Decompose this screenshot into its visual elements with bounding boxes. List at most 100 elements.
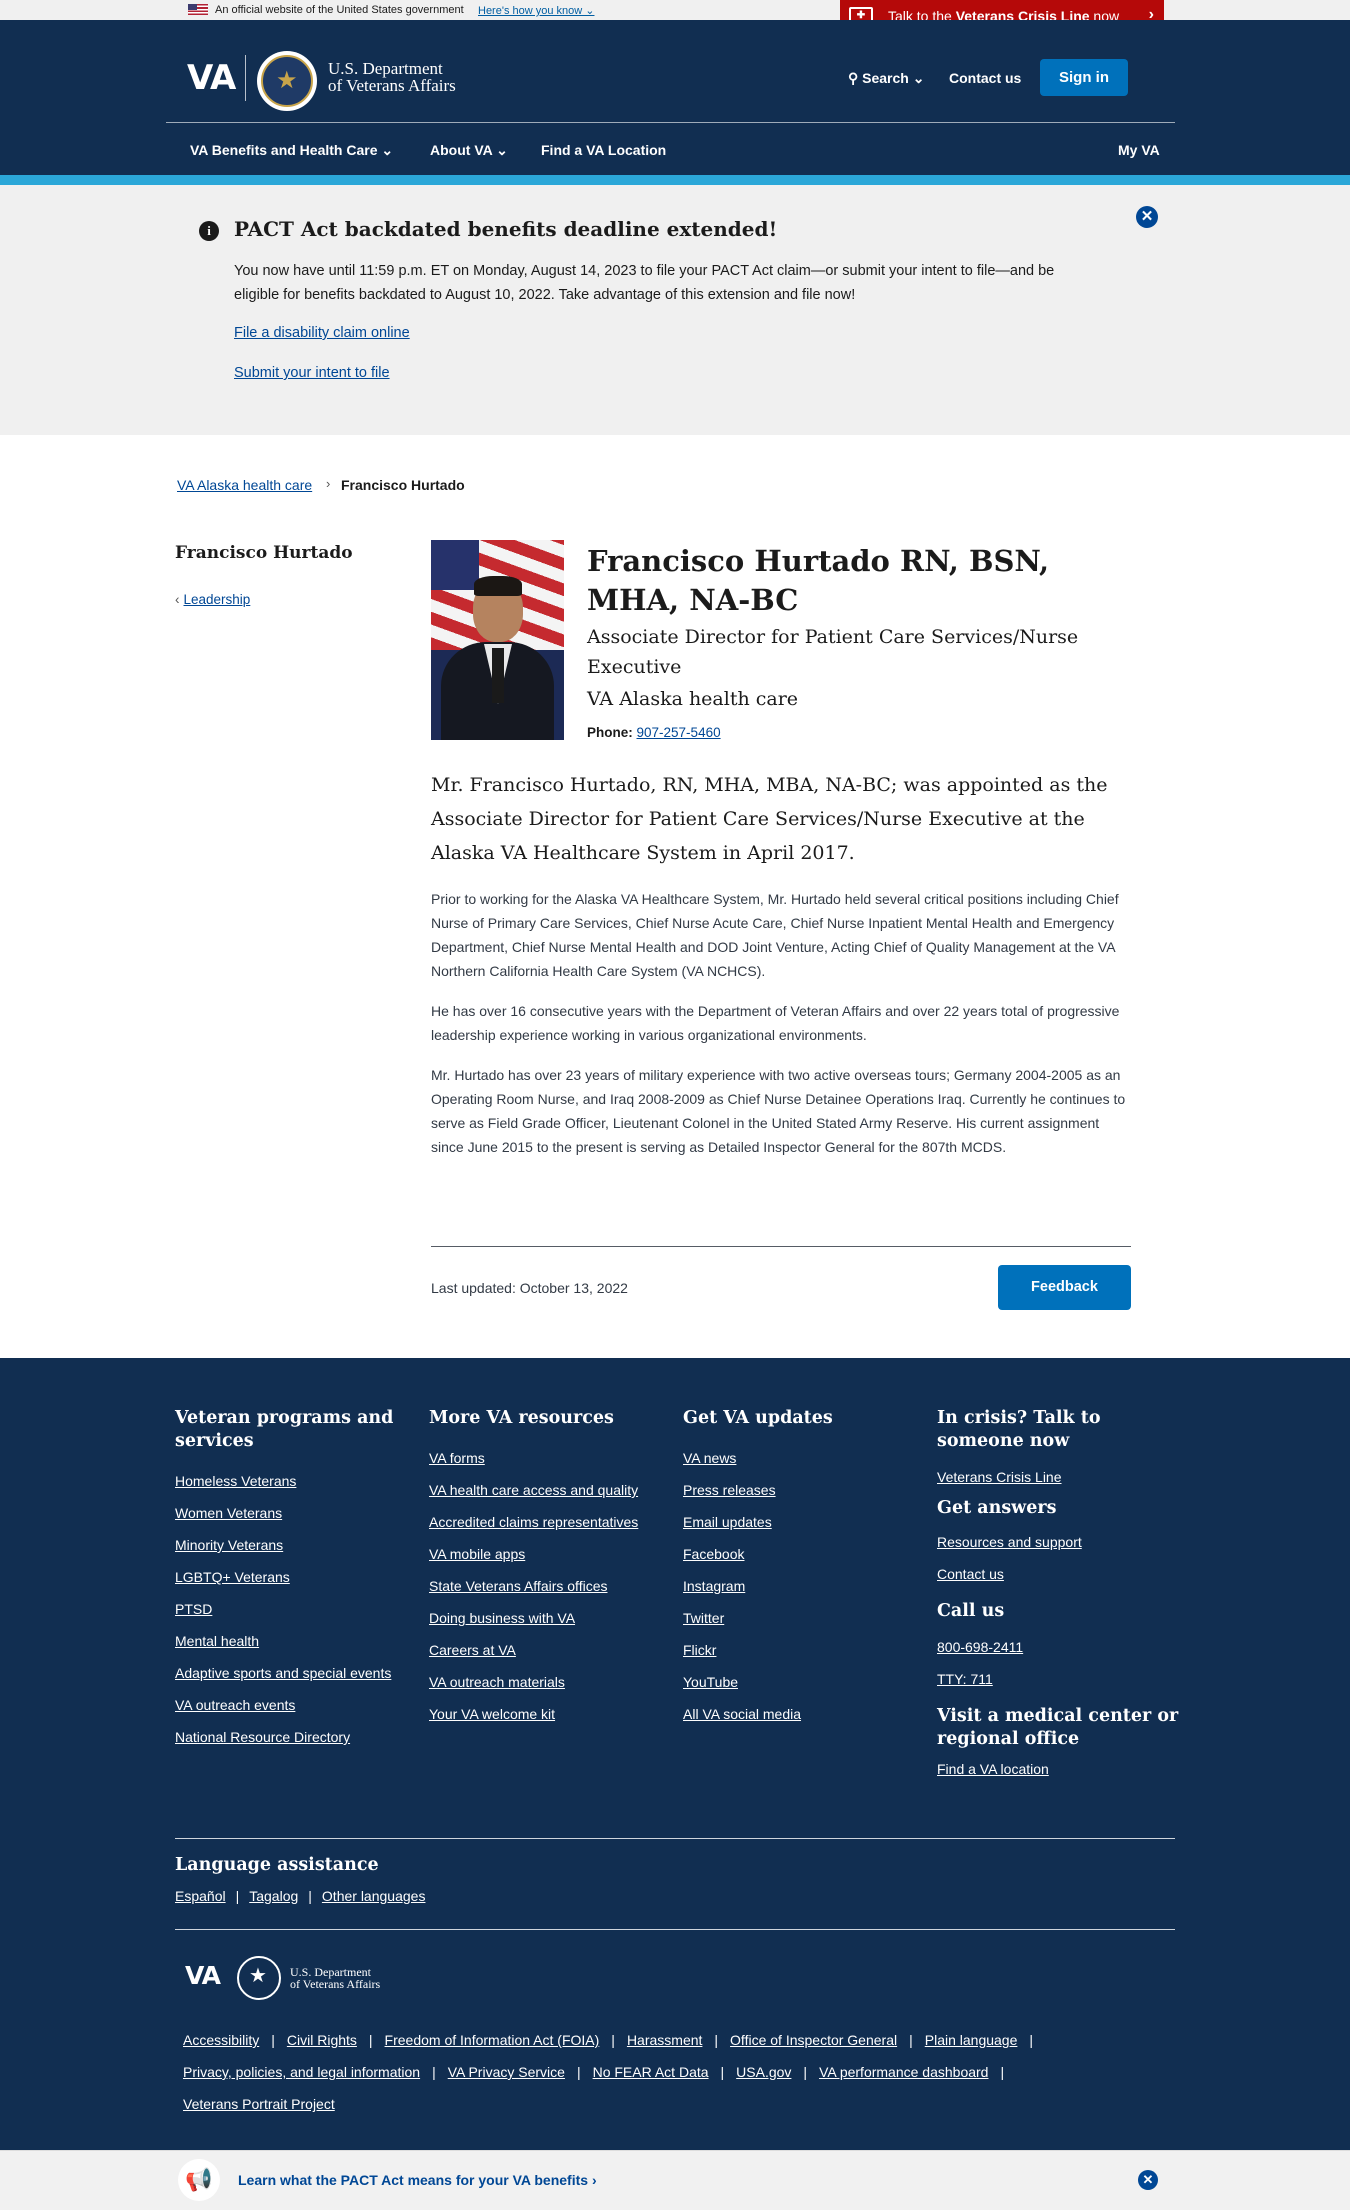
breadcrumb-current: Francisco Hurtado [341,477,465,493]
footer-link[interactable]: Email updates [683,1506,918,1538]
footer-bottom-link[interactable]: Office of Inspector General [730,2032,897,2048]
heres-how-you-know-link[interactable]: Here's how you know ⌄ [478,4,594,17]
megaphone-icon: 📢 [178,2159,220,2201]
nav-benefits-health-care[interactable]: VA Benefits and Health Care ⌄ [190,142,393,159]
search-button[interactable]: ⚲ Search ⌄ [848,70,924,87]
footer-col-updates: Get VA updates VA news Press releases Em… [683,1407,918,1730]
bio-paragraph: He has over 16 consecutive years with th… [431,1003,1120,1043]
footer-link[interactable]: Adaptive sports and special events [175,1657,410,1689]
language-links: Español | Tagalog | Other languages [175,1888,426,1904]
nav-my-va[interactable]: My VA [1118,142,1160,158]
footer-bottom-link[interactable]: Harassment [627,2032,702,2048]
footer-bottom-link[interactable]: Veterans Portrait Project [183,2096,335,2112]
pact-promo-banner: 📢 Learn what the PACT Act means for your… [0,2150,1350,2210]
footer-link[interactable]: Find a VA location [937,1753,1182,1785]
footer-bottom-link[interactable]: Privacy, policies, and legal information [183,2064,420,2080]
footer-col-crisis: In crisis? Talk to someone now Veterans … [937,1407,1182,1785]
footer-link[interactable]: National Resource Directory [175,1721,410,1753]
footer-link[interactable]: All VA social media [683,1698,918,1730]
chevron-left-icon: ‹ [175,592,180,607]
footer-divider [175,1929,1175,1930]
footer-bottom-links: Accessibility | Civil Rights | Freedom of In… [183,2032,1034,2112]
pact-promo-link[interactable]: Learn what the PACT Act means for your V… [238,2172,597,2188]
footer-col-resources: More VA resources VA forms VA health car… [429,1407,664,1730]
leadership-link[interactable]: Leadership [184,592,251,607]
close-icon[interactable]: ✕ [1136,206,1158,228]
footer-link[interactable]: 800-698-2411 [937,1631,1182,1663]
bio-paragraph: Mr. Hurtado has over 23 years of militar… [431,1067,1126,1155]
breadcrumb-parent[interactable]: VA Alaska health care [177,477,312,493]
footer-link[interactable]: TTY: 711 [937,1663,1182,1695]
footer-heading: Visit a medical center or regional offic… [937,1706,1179,1749]
intent-to-file-link[interactable]: Submit your intent to file [234,365,390,381]
us-flag-icon [188,4,208,15]
language-heading: Language assistance [175,1855,379,1875]
footer-bottom-link[interactable]: USA.gov [736,2064,791,2080]
footer-link[interactable]: Resources and support [937,1526,1182,1558]
footer-link[interactable]: Minority Veterans [175,1529,410,1561]
footer-link[interactable]: VA outreach materials [429,1666,664,1698]
footer-link[interactable]: Accredited claims representatives [429,1506,664,1538]
header-divider [166,122,1175,123]
footer-va-logo[interactable]: VA [185,1961,221,1990]
alert-title: PACT Act backdated benefits deadline ext… [234,217,778,241]
language-link-spanish[interactable]: Español [175,1888,226,1904]
language-link-other[interactable]: Other languages [322,1888,426,1904]
site-footer: Veteran programs and services Homeless V… [0,1358,1350,2150]
phone-link[interactable]: 907-257-5460 [637,725,721,740]
footer-bottom-link[interactable]: VA Privacy Service [448,2064,565,2080]
footer-link[interactable]: Your VA welcome kit [429,1698,664,1730]
footer-link[interactable]: Contact us [937,1558,1182,1590]
footer-link[interactable]: Flickr [683,1634,918,1666]
footer-link[interactable]: Doing business with VA [429,1602,664,1634]
footer-link[interactable]: VA forms [429,1442,664,1474]
official-text: An official website of the United States… [215,4,464,16]
footer-link[interactable]: Women Veterans [175,1497,410,1529]
close-icon[interactable]: ✕ [1138,2170,1158,2190]
footer-link[interactable]: LGBTQ+ Veterans [175,1561,410,1593]
alert-body: You now have until 11:59 p.m. ET on Mond… [234,263,1055,303]
va-seal-icon[interactable] [257,51,317,111]
profile-name: Francisco Hurtado RN, BSN, MHA, NA-BC [587,544,1050,617]
footer-heading: In crisis? Talk to someone now [937,1408,1101,1451]
language-link-tagalog[interactable]: Tagalog [249,1888,298,1904]
footer-link[interactable]: VA health care access and quality [429,1474,664,1506]
footer-link[interactable]: VA outreach events [175,1689,410,1721]
footer-heading: More VA resources [429,1408,614,1428]
footer-bottom-link[interactable]: Accessibility [183,2032,259,2048]
footer-bottom-link[interactable]: Plain language [925,2032,1018,2048]
footer-heading: Get answers [937,1498,1057,1518]
sidebar-back: ‹ Leadership [175,592,250,607]
footer-link[interactable]: VA mobile apps [429,1538,664,1570]
feedback-button[interactable]: Feedback [998,1265,1131,1310]
department-name[interactable]: U.S. Department of Veterans Affairs [328,60,456,94]
content-divider [431,1246,1131,1247]
footer-link[interactable]: YouTube [683,1666,918,1698]
footer-link[interactable]: VA news [683,1442,918,1474]
footer-dept-name: U.S. Department of Veterans Affairs [290,1965,381,1991]
profile-photo [431,540,564,740]
footer-bottom-link[interactable]: Freedom of Information Act (FOIA) [385,2032,600,2048]
footer-link[interactable]: Press releases [683,1474,918,1506]
contact-us-link[interactable]: Contact us [949,70,1021,86]
footer-link[interactable]: Facebook [683,1538,918,1570]
sign-in-button[interactable]: Sign in [1040,59,1128,96]
footer-bottom-link[interactable]: No FEAR Act Data [593,2064,709,2080]
footer-link[interactable]: PTSD [175,1593,410,1625]
footer-link[interactable]: Instagram [683,1570,918,1602]
file-claim-link[interactable]: File a disability claim online [234,325,410,341]
footer-link[interactable]: Twitter [683,1602,918,1634]
footer-link[interactable]: Mental health [175,1625,410,1657]
footer-link[interactable]: Homeless Veterans [175,1465,410,1497]
va-logo[interactable]: VA [187,58,236,98]
nav-about-va[interactable]: About VA ⌄ [430,142,508,159]
footer-bottom-link[interactable]: VA performance dashboard [819,2064,988,2080]
footer-divider [175,1838,1175,1839]
nav-find-location[interactable]: Find a VA Location [541,142,666,158]
logo-divider [245,55,246,101]
footer-bottom-link[interactable]: Civil Rights [287,2032,357,2048]
header-accent-bar [0,175,1350,185]
footer-link[interactable]: State Veterans Affairs offices [429,1570,664,1602]
footer-link[interactable]: Veterans Crisis Line [937,1461,1182,1493]
footer-link[interactable]: Careers at VA [429,1634,664,1666]
